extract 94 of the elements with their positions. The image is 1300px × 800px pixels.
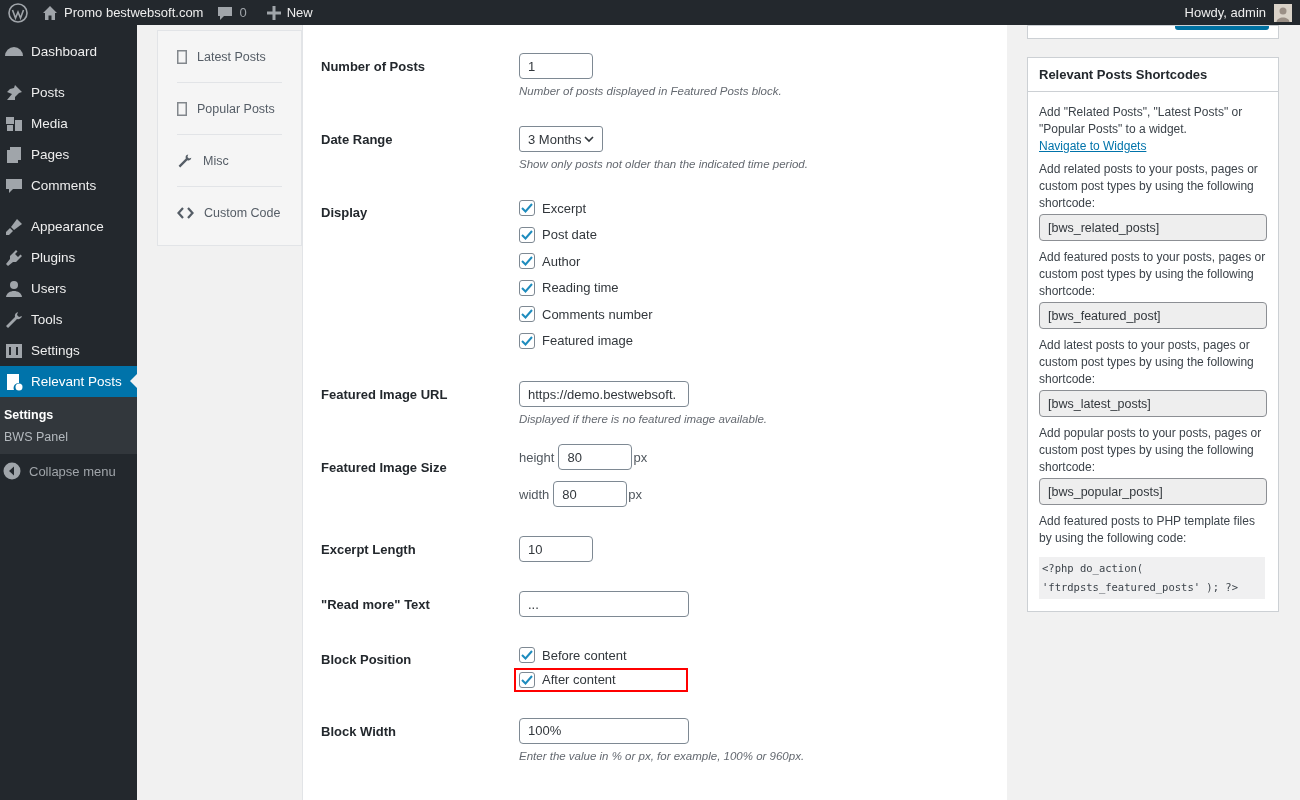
- menu-item[interactable]: Appearance: [0, 211, 137, 242]
- menu-item[interactable]: Plugins: [0, 242, 137, 273]
- field-label: Number of Posts: [321, 58, 426, 76]
- settings-tab[interactable]: Misc: [177, 135, 282, 187]
- checkbox-label[interactable]: Post date: [542, 227, 597, 243]
- field-label: Block Width: [321, 722, 397, 741]
- pages-icon: [4, 144, 24, 165]
- checkbox[interactable]: [519, 647, 535, 664]
- menu-item[interactable]: Pages: [0, 139, 137, 170]
- plug-icon: [4, 247, 24, 268]
- checkbox[interactable]: [519, 279, 535, 296]
- field-label: Featured Image URL: [321, 386, 449, 404]
- checkbox[interactable]: [519, 332, 535, 349]
- code-icon: [177, 207, 194, 219]
- date-range-select[interactable]: 3 Months: [519, 126, 603, 152]
- menu-item[interactable]: Posts: [0, 77, 137, 108]
- checkbox[interactable]: [519, 253, 535, 270]
- checkbox-label[interactable]: Featured image: [542, 333, 634, 349]
- checkbox-label[interactable]: Reading time: [542, 280, 619, 296]
- text-input[interactable]: 100%: [519, 717, 689, 744]
- user-icon: [4, 278, 24, 299]
- wrench-icon: [177, 152, 193, 169]
- shortcode-description: Add related posts to your posts, pages or custom post types by using the following shortcode:: [1039, 161, 1259, 212]
- menu-item[interactable]: Relevant Posts: [0, 366, 137, 397]
- navigate-to-widgets-link[interactable]: Navigate to Widgets: [1039, 139, 1147, 153]
- php-code-snippet: <?php do_action( 'ftrdpsts_featured_posts' ); ?>: [1039, 557, 1265, 599]
- php-code-description: Add featured posts to PHP template files by using the following code:: [1039, 513, 1256, 547]
- collapse-icon: [3, 462, 21, 480]
- dimension-label: height: [519, 449, 555, 465]
- widget-info-text: Add "Related Posts", "Latest Posts" or "Popular Posts" to a widget. Navigate to Widgets: [1039, 104, 1244, 155]
- shortcode-field[interactable]: [bws_related_posts]: [1039, 214, 1267, 241]
- checkbox-label[interactable]: Author: [542, 253, 581, 269]
- field-description: Show only posts not older than the indicated time period.: [519, 158, 808, 170]
- wrench-icon: [4, 309, 24, 330]
- settings-tab[interactable]: Latest Posts: [177, 31, 282, 83]
- field-description: Enter the value in % or px, for example, 100% or 960px.: [519, 749, 805, 762]
- menu-item[interactable]: Tools: [0, 304, 137, 335]
- brush-icon: [4, 216, 24, 237]
- field-description: Displayed if there is no featured image available.: [519, 413, 768, 425]
- submenu-item[interactable]: Settings: [0, 404, 137, 426]
- field-label: "Read more" Text: [321, 596, 431, 614]
- unit-label: px: [633, 449, 648, 465]
- shortcode-field[interactable]: [bws_latest_posts]: [1039, 390, 1267, 417]
- shortcode-description: Add popular posts to your posts, pages or custom post types by using the following shortcode:: [1039, 425, 1263, 476]
- field-label: Date Range: [321, 131, 394, 149]
- checkbox[interactable]: [519, 306, 535, 323]
- settings-tab[interactable]: Custom Code: [177, 187, 282, 239]
- dimension-input[interactable]: 80: [553, 481, 628, 507]
- checkbox[interactable]: [519, 200, 535, 217]
- greeting-link[interactable]: Howdy, admin: [1184, 5, 1266, 20]
- checkbox-label[interactable]: After content: [542, 672, 616, 687]
- field-label: Block Position: [321, 651, 413, 669]
- menu-item[interactable]: Media: [0, 108, 137, 139]
- shortcode-description: Add latest posts to your posts, pages or custom post types by using the following shortcode:: [1039, 337, 1255, 388]
- text-input[interactable]: 10: [519, 536, 593, 562]
- checkbox-label[interactable]: Before content: [542, 647, 627, 663]
- page-icon: [177, 49, 187, 64]
- checkbox-label[interactable]: Comments number: [542, 306, 653, 322]
- comment-icon[interactable]: [217, 4, 234, 21]
- field-description: Number of posts displayed in Featured Posts block.: [519, 85, 782, 97]
- shortcode-field[interactable]: [bws_popular_posts]: [1039, 478, 1267, 505]
- shortcode-description: Add featured posts to your posts, pages or custom post types by using the following shortcode:: [1039, 249, 1267, 300]
- card-title: Relevant Posts Shortcodes: [1028, 58, 1278, 92]
- pin-icon: [4, 82, 24, 103]
- site-name-link[interactable]: Promo bestwebsoft.com: [64, 5, 204, 20]
- text-input[interactable]: ...: [519, 591, 689, 617]
- settings-tab[interactable]: Popular Posts: [177, 83, 282, 135]
- text-input[interactable]: 1: [519, 53, 593, 79]
- document-icon: [4, 371, 24, 392]
- page-icon: [177, 101, 187, 116]
- dimension-label: width: [519, 486, 550, 502]
- field-label: Display: [321, 204, 369, 222]
- home-icon[interactable]: [42, 4, 58, 21]
- submenu-item[interactable]: BWS Panel: [0, 426, 137, 448]
- wordpress-logo-icon[interactable]: [8, 2, 28, 23]
- menu-item[interactable]: Comments: [0, 170, 137, 201]
- menu-item[interactable]: Users: [0, 273, 137, 304]
- field-label: Featured Image Size: [321, 459, 448, 477]
- checkbox-label[interactable]: Excerpt: [542, 200, 587, 216]
- checkbox[interactable]: [519, 671, 535, 688]
- plus-icon[interactable]: [266, 5, 281, 20]
- dimension-input[interactable]: 80: [558, 444, 633, 470]
- shortcode-field[interactable]: [bws_featured_post]: [1039, 302, 1267, 329]
- menu-item[interactable]: Dashboard: [0, 36, 137, 67]
- avatar-icon[interactable]: [1274, 3, 1292, 22]
- chevron-down-icon: [584, 135, 594, 143]
- new-link[interactable]: New: [286, 5, 313, 20]
- text-input[interactable]: https://demo.bestwebsoft.: [519, 381, 689, 407]
- menu-item[interactable]: Settings: [0, 335, 137, 366]
- collapse-menu-button[interactable]: Collapse menu: [0, 454, 137, 488]
- unit-label: px: [628, 486, 643, 502]
- checkbox[interactable]: [519, 226, 535, 243]
- field-label: Excerpt Length: [321, 541, 417, 559]
- comment-count[interactable]: 0: [239, 5, 247, 20]
